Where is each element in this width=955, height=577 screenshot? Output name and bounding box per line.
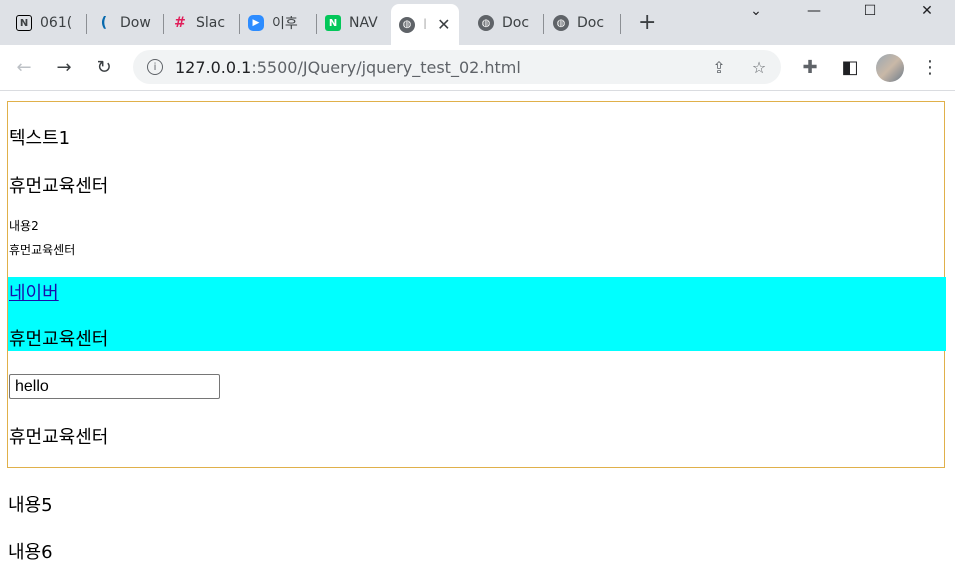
menu-dots-icon[interactable]: ⋮ (918, 55, 942, 79)
content-6: 내용6 (8, 542, 53, 563)
zoom-icon: ▶ (248, 15, 264, 31)
tab-active[interactable]: ◍ I ✕ (391, 4, 459, 45)
naver-link[interactable]: 네이버 (9, 283, 59, 304)
minimize-icon[interactable]: — (791, 0, 837, 22)
tab-5[interactable]: N NAV (325, 8, 381, 38)
forward-icon[interactable]: → (52, 55, 76, 79)
extensions-icon[interactable]: ✚ (798, 55, 822, 79)
bookmark-star-icon[interactable]: ☆ (749, 57, 769, 77)
text-1: 텍스트1 (9, 128, 71, 149)
maximize-icon[interactable]: ☐ (847, 0, 893, 22)
avatar[interactable] (876, 54, 904, 82)
tab-separator (620, 14, 621, 34)
share-icon[interactable]: ⇪ (709, 57, 729, 77)
text-input[interactable] (9, 374, 220, 399)
back-icon[interactable]: ← (12, 55, 36, 79)
tab-1[interactable]: N 061( (16, 8, 76, 38)
new-tab-icon[interactable]: + (638, 10, 656, 35)
tab-7[interactable]: ◍ Doc (478, 8, 534, 38)
tab-3[interactable]: # Slac (172, 8, 230, 38)
tab-separator (163, 14, 164, 34)
naver-icon: N (325, 15, 341, 31)
side-panel-icon[interactable]: ◧ (838, 55, 862, 79)
small-text-2: 휴먼교육센터 (9, 243, 76, 257)
highlight-block: 네이버 휴먼교육센터 (8, 277, 946, 351)
chevron-down-icon[interactable]: ⌄ (733, 0, 779, 22)
jquery-icon: ( (100, 15, 108, 31)
small-text-1: 내용2 (9, 219, 39, 233)
tab-2[interactable]: ( Dow (96, 8, 154, 38)
close-window-icon[interactable]: ✕ (904, 0, 950, 22)
url-text[interactable]: 127.0.0.1:5500/JQuery/jquery_test_02.htm… (175, 58, 521, 77)
content-5: 내용5 (8, 495, 53, 516)
center-text-3: 휴먼교육센터 (9, 427, 109, 448)
container-box: 텍스트1 휴먼교육센터 내용2 휴먼교육센터 네이버 휴먼교육센터 휴먼교육센터 (7, 101, 946, 468)
globe-icon: ◍ (553, 15, 569, 31)
tab-separator (543, 14, 544, 34)
tab-4[interactable]: ▶ 이후 (248, 8, 308, 38)
tab-separator (316, 14, 317, 34)
tab-separator (86, 14, 87, 34)
notion-icon: N (16, 15, 32, 31)
tab-8[interactable]: ◍ Doc (553, 8, 611, 38)
slack-icon: # (174, 15, 186, 31)
browser-toolbar: ← → ↻ i 127.0.0.1:5500/JQuery/jquery_tes… (0, 45, 955, 91)
page-content: 텍스트1 휴먼교육센터 내용2 휴먼교육센터 네이버 휴먼교육센터 휴먼교육센터… (0, 91, 955, 563)
info-icon[interactable]: i (147, 59, 163, 75)
globe-icon: ◍ (399, 16, 415, 33)
globe-icon: ◍ (478, 15, 494, 31)
close-tab-icon[interactable]: ✕ (437, 15, 450, 34)
center-text-2: 휴먼교육센터 (9, 329, 109, 350)
reload-icon[interactable]: ↻ (92, 55, 116, 79)
address-bar[interactable]: i 127.0.0.1:5500/JQuery/jquery_test_02.h… (133, 50, 781, 84)
center-text-1: 휴먼교육센터 (9, 176, 109, 197)
tab-separator (239, 14, 240, 34)
tab-strip: N 061( ( Dow # Slac ▶ 이후 N NAV ◍ I ✕ ◍ D… (0, 0, 955, 45)
